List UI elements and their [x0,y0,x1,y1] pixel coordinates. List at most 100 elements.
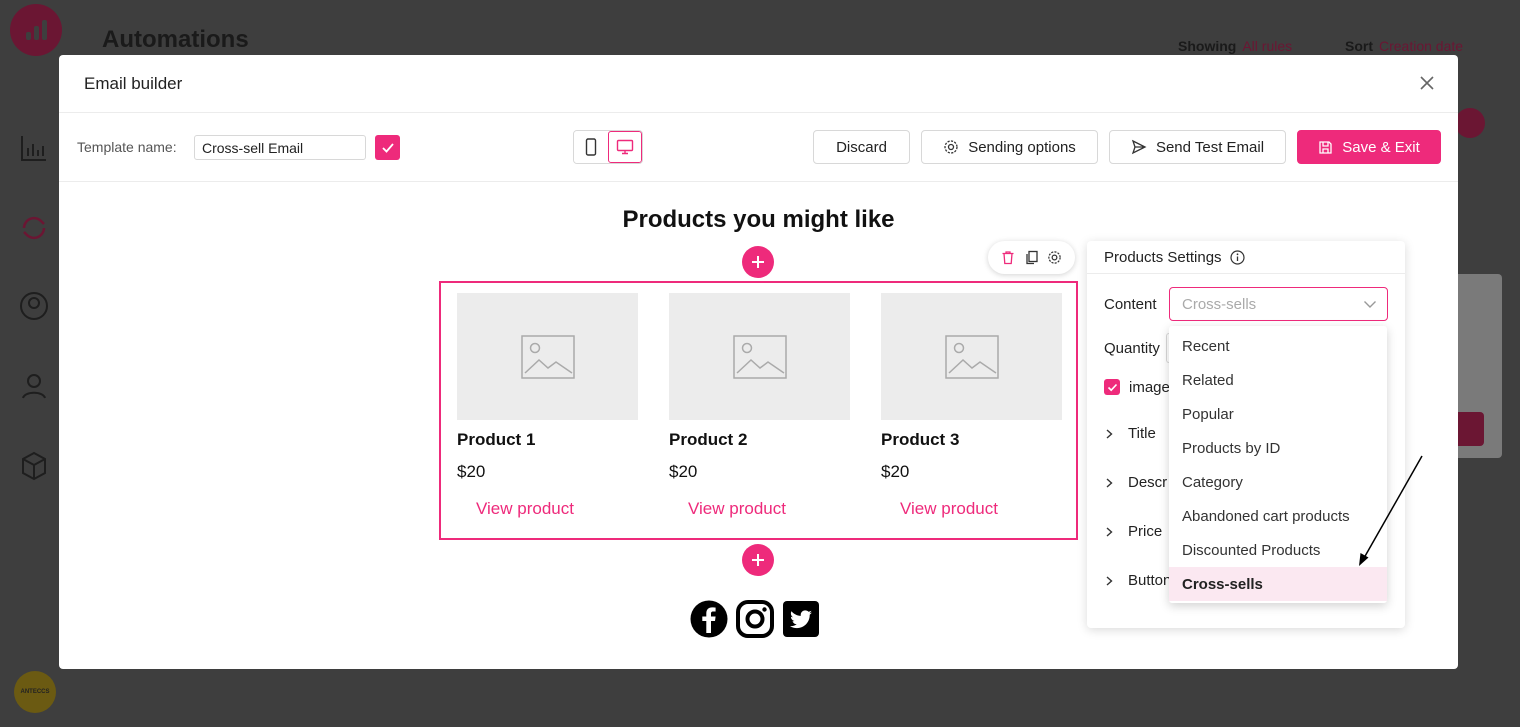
copy-icon [1025,250,1038,265]
plus-icon [752,554,764,566]
content-label: Content [1104,296,1157,313]
dropdown-option-cross-sells[interactable]: Cross-sells [1169,567,1387,601]
email-builder-modal: Email builder Template name: Discard Sen… [59,55,1458,669]
dropdown-option-popular[interactable]: Popular [1169,397,1387,431]
social-links [690,600,820,638]
contacts-icon[interactable] [18,290,50,322]
product-card: Product 3 $20 View product [881,293,1062,519]
save-icon [1319,140,1332,154]
sort-value: Creation date [1379,38,1464,54]
check-icon [1107,383,1117,391]
dropdown-option-products-by-id[interactable]: Products by ID [1169,431,1387,465]
add-block-button-bottom[interactable] [742,544,774,576]
instagram-icon [736,600,774,638]
dropdown-option-abandoned-cart[interactable]: Abandoned cart products [1169,499,1387,533]
dropdown-option-related[interactable]: Related [1169,363,1387,397]
content-select[interactable]: Cross-sells [1169,287,1388,321]
send-test-email-button[interactable]: Send Test Email [1109,130,1286,164]
info-icon[interactable] [1229,249,1245,265]
accordion-title[interactable]: Title [1104,425,1156,442]
avatar[interactable]: ANTECCS [14,671,56,713]
avatar-text: ANTECCS [20,689,50,695]
instagram-link[interactable] [736,600,774,638]
view-product-link[interactable]: View product [476,499,638,519]
product-price: $20 [457,462,486,481]
check-icon [381,142,394,153]
send-test-label: Send Test Email [1155,138,1265,156]
twitter-link[interactable] [782,600,820,638]
trash-icon [1002,251,1014,265]
user-icon[interactable] [18,370,50,402]
add-rule-button[interactable] [1455,108,1485,138]
product-card: Product 1 $20 View product [457,293,638,519]
sort-control[interactable]: Sort Creation date [1345,38,1463,54]
desktop-icon [616,139,634,155]
modal-title: Email builder [84,73,183,93]
accordion-price-label: Price [1128,523,1163,540]
gear-icon [1048,251,1061,264]
app-logo [10,4,62,56]
image-checkbox[interactable] [1104,379,1120,395]
chevron-right-icon [1106,575,1113,586]
products-block[interactable]: Product 1 $20 View product Product 2 $20… [439,281,1078,540]
sending-options-label: Sending options [968,138,1076,156]
mobile-view-button[interactable] [574,131,608,163]
image-placeholder-icon [520,334,575,379]
confirm-name-button[interactable] [375,135,400,160]
chevron-right-icon [1106,428,1113,439]
view-product-link[interactable]: View product [688,499,850,519]
dropdown-option-category[interactable]: Category [1169,465,1387,499]
close-icon[interactable] [1416,72,1438,94]
filter-showing[interactable]: Showing All rules [1178,38,1292,54]
dropdown-option-discounted[interactable]: Discounted Products [1169,533,1387,567]
image-placeholder-icon [732,334,787,379]
chevron-right-icon [1106,526,1113,537]
image-placeholder-icon [944,334,999,379]
box-icon[interactable] [18,450,50,482]
desktop-view-button[interactable] [608,131,642,163]
product-image [881,293,1062,420]
facebook-link[interactable] [690,600,728,638]
chevron-down-icon [1364,301,1376,308]
sort-label: Sort [1345,38,1373,54]
block-settings-button[interactable] [1046,249,1064,267]
content-select-value: Cross-sells [1182,295,1257,313]
discard-label: Discard [836,138,887,156]
quantity-label: Quantity [1104,340,1160,357]
automation-icon[interactable] [18,212,50,244]
twitter-icon [783,601,819,637]
accordion-button[interactable]: Button [1104,572,1171,589]
send-icon [1131,139,1147,155]
plus-icon [752,256,764,268]
product-name: Product 3 [881,430,960,449]
page-title: Automations [102,26,249,53]
content-dropdown: Recent Related Popular Products by ID Ca… [1169,326,1387,603]
save-exit-label: Save & Exit [1342,138,1420,156]
accordion-description[interactable]: Descr [1104,474,1167,491]
discard-button[interactable]: Discard [813,130,910,164]
template-name-label: Template name: [77,139,177,155]
product-price: $20 [881,462,910,481]
sending-options-button[interactable]: Sending options [921,130,1098,164]
product-card: Product 2 $20 View product [669,293,850,519]
duplicate-block-button[interactable] [1023,249,1041,267]
product-name: Product 1 [457,430,536,449]
accordion-price[interactable]: Price [1104,523,1162,540]
save-exit-button[interactable]: Save & Exit [1297,130,1441,164]
dropdown-option-recent[interactable]: Recent [1169,329,1387,363]
product-image [457,293,638,420]
template-name-input[interactable] [194,135,366,160]
view-product-link[interactable]: View product [900,499,1062,519]
block-actions [988,241,1075,274]
delete-block-button[interactable] [999,249,1017,267]
analytics-icon[interactable] [18,132,50,164]
gear-icon [944,140,958,154]
email-heading[interactable]: Products you might like [59,206,1458,234]
background-panel-button [1458,412,1484,446]
add-block-button-top[interactable] [742,246,774,278]
modal-header: Email builder [59,55,1458,113]
settings-header: Products Settings [1087,241,1405,274]
showing-label: Showing [1178,38,1237,54]
chevron-right-icon [1106,477,1113,488]
facebook-icon [690,600,728,638]
